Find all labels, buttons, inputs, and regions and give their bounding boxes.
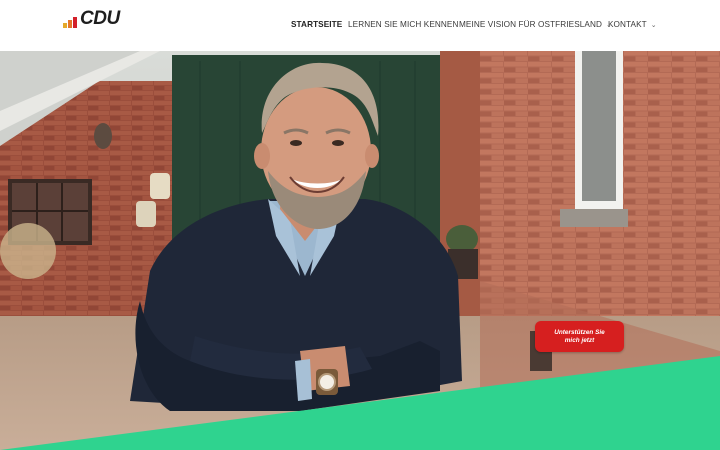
hero-section: Unterstützen Sie mich jetzt — [0, 51, 720, 450]
main-nav: STARTSEITE LERNEN SIE MICH KENNEN MEINE … — [0, 19, 720, 31]
nav-item-startseite[interactable]: STARTSEITE — [291, 19, 342, 31]
nav-item-meine-vision[interactable]: MEINE VISION FÜR OSTFRIESLAND ⌄ — [459, 19, 612, 32]
nav-item-label: STARTSEITE — [291, 20, 343, 29]
chevron-down-icon: ⌄ — [650, 22, 657, 29]
site-header: CDU STARTSEITE LERNEN SIE MICH KENNEN ME… — [0, 0, 720, 51]
nav-item-label: LERNEN SIE MICH KENNEN — [348, 20, 459, 29]
nav-item-label: KONTAKT — [608, 20, 647, 29]
support-me-button[interactable]: Unterstützen Sie mich jetzt — [535, 321, 624, 352]
nav-item-lernen-sie-mich-kennen[interactable]: LERNEN SIE MICH KENNEN — [348, 19, 458, 31]
nav-item-kontakt[interactable]: KONTAKT ⌄ — [608, 19, 657, 32]
nav-item-label: MEINE VISION FÜR OSTFRIESLAND — [459, 20, 603, 29]
hero-photo — [0, 51, 720, 450]
